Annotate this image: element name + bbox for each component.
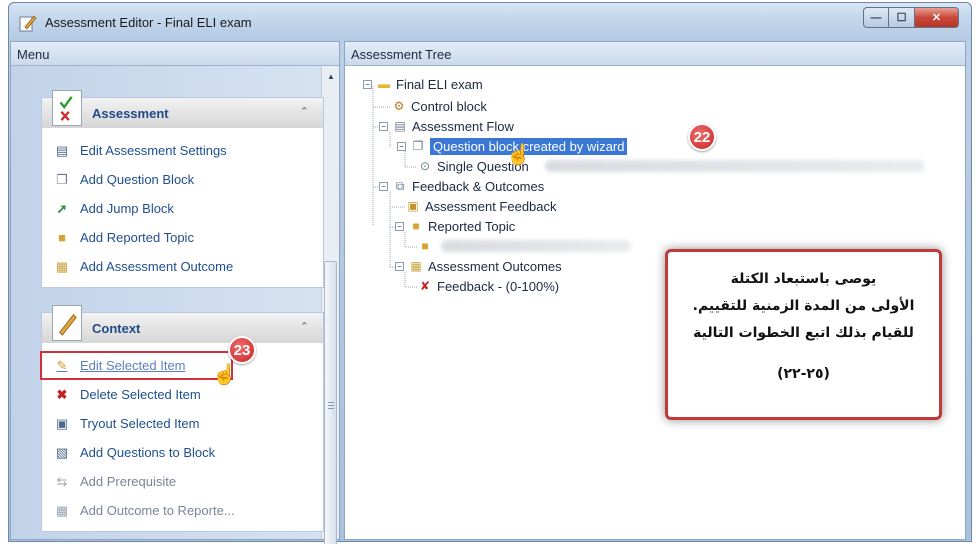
jump-arrow-icon: ➚ — [56, 200, 68, 216]
step-badge-22: 22 — [688, 123, 716, 151]
menu-item-add-outcome-to-reported[interactable]: ▦ Add Outcome to Reporte... — [42, 496, 323, 525]
collapse-toggle-icon[interactable]: − — [363, 79, 372, 89]
hand-cursor-icon: ☝ — [212, 364, 237, 386]
tree-node-feedback-range[interactable]: ✘ Feedback - (0-100%) — [417, 276, 559, 296]
context-group: Context ⌃ ✎ Edit Selected Item ✖ Delete … — [40, 305, 324, 532]
question-icon: ⊙ — [419, 159, 431, 173]
menu-item-edit-selected-item[interactable]: ✎ Edit Selected Item — [40, 351, 233, 380]
maximize-button[interactable]: ☐ — [889, 7, 915, 28]
assessment-group-header[interactable]: Assessment ⌃ — [42, 90, 323, 128]
menu-item-delete-selected-item[interactable]: ✖ Delete Selected Item — [42, 380, 323, 409]
menu-header: Menu — [11, 42, 339, 66]
instruction-callout: يوصى باستبعاد الكتلة الأولى من المدة الز… — [665, 249, 942, 420]
topic-folder-icon: ■ — [58, 230, 66, 245]
feedback-outcome-icon: ✘ — [419, 279, 431, 293]
tree-node-reported-topic[interactable]: − ■ Reported Topic — [395, 216, 515, 236]
flow-doc-icon: ▤ — [394, 119, 406, 133]
menu-item-label: Add Jump Block — [80, 201, 174, 216]
menu-item-add-reported-topic[interactable]: ■ Add Reported Topic — [42, 223, 323, 252]
tree-node-assessment-flow[interactable]: − ▤ Assessment Flow — [379, 116, 514, 136]
callout-line-4: (٢٥-٢٢) — [777, 366, 830, 382]
topic-item-icon: ■ — [421, 239, 429, 253]
menu-item-add-prerequisite[interactable]: ⇆ Add Prerequisite — [42, 467, 323, 496]
assessment-doc-icon — [52, 90, 82, 126]
question-block-icon: ❐ — [56, 171, 68, 187]
delete-x-icon: ✖ — [56, 386, 68, 402]
tree-node-assessment-outcomes[interactable]: − ▦ Assessment Outcomes — [395, 256, 562, 276]
pencil-icon: ✎ — [56, 357, 68, 373]
tree-node-control-block[interactable]: ⚙ Control block — [391, 96, 487, 116]
feedback-branch-icon: ⧉ — [395, 178, 405, 193]
menu-item-tryout-selected-item[interactable]: ▣ Tryout Selected Item — [42, 409, 323, 438]
topic-folder-icon: ■ — [412, 219, 420, 233]
collapse-chevron-icon[interactable]: ⌃ — [300, 105, 309, 118]
tree-node-topic-child[interactable]: ■ — [417, 236, 437, 256]
callout-line-2: الأولى من المدة الزمنية للتقييم. — [692, 298, 915, 314]
tree-node-assessment-feedback[interactable]: ▣ Assessment Feedback — [405, 196, 556, 216]
menu-item-label: Add Outcome to Reporte... — [80, 503, 235, 518]
collapse-toggle-icon[interactable]: − — [395, 221, 404, 231]
menu-item-edit-assessment-settings[interactable]: ▤ Edit Assessment Settings — [42, 136, 323, 165]
assessment-group: Assessment ⌃ ▤ Edit Assessment Settings … — [41, 90, 324, 288]
menu-item-label: Delete Selected Item — [80, 387, 201, 402]
menu-item-label: Add Reported Topic — [80, 230, 194, 245]
collapse-toggle-icon[interactable]: − — [379, 121, 388, 131]
menu-item-add-assessment-outcome[interactable]: ▦ Add Assessment Outcome — [42, 252, 323, 281]
menu-item-label: Add Prerequisite — [80, 474, 177, 489]
collapse-toggle-icon[interactable]: − — [379, 181, 388, 191]
context-group-header[interactable]: Context ⌃ — [42, 305, 323, 343]
prerequisite-icon: ⇆ — [56, 473, 68, 489]
menu-item-label: Edit Selected Item — [80, 358, 186, 373]
hand-cursor-icon: ☝ — [506, 144, 531, 166]
scroll-up-arrow-icon[interactable]: ▲ — [327, 72, 335, 81]
title-bar[interactable]: Assessment Editor - Final ELI exam — ☐ ✕ — [9, 3, 971, 41]
tree-node-root[interactable]: − ▬ Final ELI exam — [363, 74, 483, 94]
close-button[interactable]: ✕ — [915, 7, 959, 28]
menu-item-add-jump-block[interactable]: ➚ Add Jump Block — [42, 194, 323, 223]
control-gears-icon: ⚙ — [393, 99, 405, 113]
menu-item-label: Add Questions to Block — [80, 445, 216, 460]
callout-line-3: للقيام بذلك اتبع الخطوات التالية — [693, 325, 914, 341]
menu-item-add-question-block[interactable]: ❐ Add Question Block — [42, 165, 323, 194]
folder-icon: ▬ — [378, 77, 390, 91]
context-pencil-doc-icon — [52, 305, 82, 341]
context-group-label: Context — [92, 321, 141, 336]
collapse-toggle-icon[interactable]: − — [397, 141, 406, 151]
collapse-chevron-icon[interactable]: ⌃ — [300, 320, 309, 333]
window-title: Assessment Editor - Final ELI exam — [45, 15, 252, 30]
blurred-topic-text — [441, 240, 631, 252]
menu-item-label: Tryout Selected Item — [80, 416, 200, 431]
menu-item-label: Edit Assessment Settings — [80, 143, 227, 158]
menu-pane: Menu ▲ Assessment ⌃ ▤ Edit Assessment Se… — [10, 41, 340, 544]
callout-line-1: يوصى باستبعاد الكتلة — [730, 271, 877, 287]
tree-header: Assessment Tree — [345, 42, 965, 66]
minimize-button[interactable]: — — [863, 7, 889, 28]
step-badge-23: 23 — [228, 336, 256, 364]
feedback-doc-icon: ▣ — [407, 199, 419, 213]
add-outcome-icon: ▦ — [55, 502, 69, 518]
scrollbar-grip-icon — [328, 402, 334, 411]
tree-node-feedback-outcomes[interactable]: − ⧉ Feedback & Outcomes — [379, 176, 544, 196]
collapse-toggle-icon[interactable]: − — [395, 261, 404, 271]
scrollbar-thumb[interactable] — [324, 261, 337, 544]
app-edit-icon — [19, 15, 37, 32]
add-questions-icon: ▧ — [55, 444, 69, 460]
question-block-icon: ❐ — [412, 139, 424, 153]
assessment-group-label: Assessment — [92, 106, 169, 121]
outcomes-grid-icon: ▦ — [410, 259, 422, 273]
tryout-icon: ▣ — [55, 415, 69, 431]
settings-doc-icon: ▤ — [55, 142, 69, 158]
blurred-question-text — [545, 160, 925, 172]
menu-item-add-questions-to-block[interactable]: ▧ Add Questions to Block — [42, 438, 323, 467]
menu-item-label: Add Assessment Outcome — [80, 259, 234, 274]
menu-item-label: Add Question Block — [80, 172, 195, 187]
outcome-icon: ▦ — [55, 258, 69, 274]
